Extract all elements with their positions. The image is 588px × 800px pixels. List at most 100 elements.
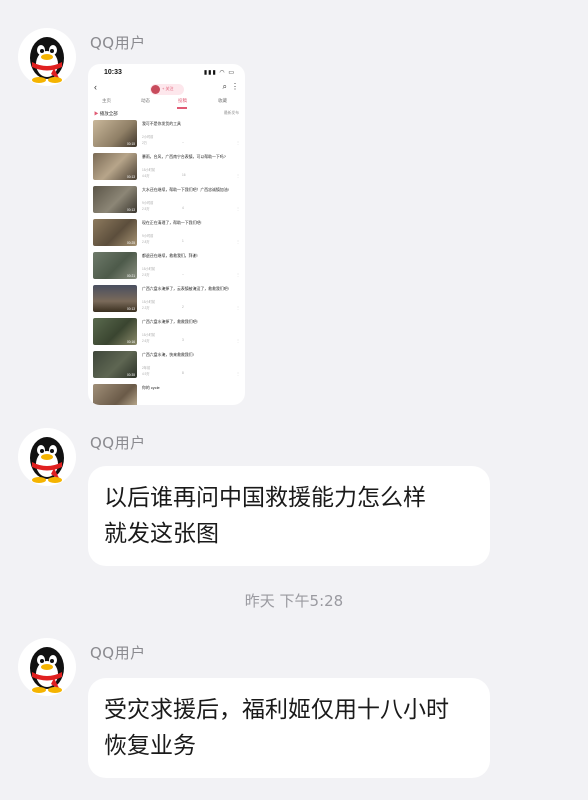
- sender-name: QQ用户: [90, 434, 146, 452]
- sender-avatar[interactable]: [18, 28, 76, 86]
- video-thumbnail: 00:16: [93, 318, 137, 345]
- tab-home: 主页: [102, 98, 111, 103]
- video-thumbnail: 00:35: [93, 351, 137, 378]
- profile-tabs: 主页 动态 投稿 收藏: [88, 98, 245, 110]
- profile-header: ‹ + 关注 ⌕ ⋮: [88, 82, 245, 98]
- more-icon: ⋮: [236, 305, 240, 310]
- sender-name: QQ用户: [90, 644, 146, 662]
- back-icon: ‹: [94, 82, 97, 92]
- video-duration: 00:15: [127, 142, 135, 146]
- qq-penguin-avatar-icon: [30, 437, 64, 483]
- video-title: 广西六盘水淹掉了，云表镇被淹没了，救救我们吧!: [142, 286, 229, 291]
- play-all: ▶ 播放全部: [94, 111, 118, 117]
- video-plays: 4.9万: [142, 372, 150, 376]
- video-title: 广西六盘水淹掉了，救救我们吧!: [142, 319, 198, 324]
- video-duration: 00:13: [127, 307, 135, 311]
- video-upload-time: 9小时前: [142, 201, 154, 205]
- video-plays: 4.6万: [142, 174, 150, 178]
- video-item: 00:25 现在正在清理了，帮助一下我们吧! 9小时前 2.8万 1 ⋮: [93, 219, 243, 250]
- more-icon: ⋮: [236, 206, 240, 211]
- video-plays: 2.6万: [142, 339, 150, 343]
- video-upload-time: 15小时前: [142, 333, 156, 337]
- message-line: 以后谁再问中国救援能力怎么样: [104, 485, 426, 511]
- user-avatar: [151, 85, 160, 94]
- more-icon: ⋮: [231, 82, 239, 91]
- video-title: 暴雨，台风，广西南宁台表镇，可以帮助一下吗?: [142, 154, 226, 159]
- video-upload-time: 15小时前: [142, 300, 156, 304]
- video-thumbnail: 00:21: [93, 252, 137, 279]
- video-thumbnail: 00:15: [93, 120, 137, 147]
- video-upload-time: 2年前: [142, 366, 151, 370]
- follow-label: + 关注: [162, 86, 174, 91]
- more-icon: ⋮: [236, 371, 240, 376]
- video-thumbnail: 00:13: [93, 186, 137, 213]
- video-title: 大水还在继续，帮助一下我们吧！广西忠诚镇加油!: [142, 187, 229, 192]
- video-danmaku: 3: [182, 338, 184, 342]
- more-icon: ⋮: [236, 173, 240, 178]
- video-duration: 00:25: [127, 241, 135, 245]
- video-duration: 00:35: [127, 373, 135, 377]
- text-message[interactable]: 以后谁再问中国救援能力怎么样 就发这张图: [88, 466, 490, 566]
- video-danmaku: 8: [182, 371, 184, 375]
- text-message[interactable]: 受灾求援后，福利姬仅用十八小时 恢复业务: [88, 678, 490, 778]
- message-line: 受灾求援后，福利姬仅用十八小时: [104, 697, 449, 723]
- video-danmaku: --: [182, 272, 185, 276]
- status-icons: ▮▮▮ ◠ ▭: [203, 70, 235, 76]
- qq-penguin-avatar-icon: [30, 647, 64, 693]
- more-icon: ⋮: [236, 239, 240, 244]
- video-title: 都退还在继续，救救我们，拜谢!: [142, 253, 198, 258]
- video-upload-time: 2小时前: [142, 135, 154, 139]
- video-item: 你的 cycle: [93, 384, 243, 405]
- video-item: 00:16 广西六盘水淹掉了，救救我们吧! 15小时前 2.6万 3 ⋮: [93, 318, 243, 349]
- video-item: 00:13 暴雨，台风，广西南宁台表镇，可以帮助一下吗? 15小时前 4.6万 …: [93, 153, 243, 184]
- sender-avatar[interactable]: [18, 428, 76, 486]
- video-title: 广西六盘水淹，快来救救我们!: [142, 352, 194, 357]
- video-plays: 2.8万: [142, 240, 150, 244]
- video-upload-time: 15小时前: [142, 267, 156, 271]
- search-icon: ⌕: [222, 82, 227, 91]
- qq-penguin-avatar-icon: [30, 37, 64, 83]
- video-danmaku: --: [182, 140, 185, 144]
- more-icon: ⋮: [236, 272, 240, 277]
- video-duration: 00:13: [127, 208, 135, 212]
- video-item: 00:15 我可不是你发货的工具 2小时前 2万 -- ⋮: [93, 120, 243, 151]
- video-plays: 2.3万: [142, 306, 150, 310]
- sender-avatar[interactable]: [18, 638, 76, 696]
- video-thumbnail: [93, 384, 137, 405]
- video-upload-time: 9小时前: [142, 234, 154, 238]
- video-plays: 2.5万: [142, 273, 150, 277]
- video-upload-time: 15小时前: [142, 168, 156, 172]
- video-danmaku: 16: [182, 173, 186, 177]
- video-thumbnail: 00:13: [93, 285, 137, 312]
- video-danmaku: 1: [182, 239, 184, 243]
- image-message[interactable]: 10:33 ▮▮▮ ◠ ▭ ‹ + 关注 ⌕ ⋮ 主页 动态 投稿 收藏 ▶ 播…: [88, 64, 245, 405]
- video-danmaku: 4: [182, 206, 184, 210]
- video-danmaku: 2: [182, 305, 184, 309]
- status-time: 10:33: [104, 69, 122, 76]
- tab-videos: 投稿: [178, 98, 187, 103]
- video-thumbnail: 00:13: [93, 153, 137, 180]
- sender-name: QQ用户: [90, 34, 146, 52]
- video-plays: 2.5万: [142, 207, 150, 211]
- video-item: 00:13 大水还在继续，帮助一下我们吧！广西忠诚镇加油! 9小时前 2.5万 …: [93, 186, 243, 217]
- more-icon: ⋮: [236, 338, 240, 343]
- timestamp: 昨天 下午5:28: [244, 592, 344, 610]
- video-title: 现在正在清理了，帮助一下我们吧!: [142, 220, 202, 225]
- follow-pill: + 关注: [150, 84, 184, 95]
- sort-label: 最新发布: [223, 111, 239, 115]
- play-icon: ▶: [94, 111, 99, 116]
- play-all-label: 播放全部: [99, 111, 118, 116]
- video-duration: 00:13: [127, 175, 135, 179]
- video-item: 00:13 广西六盘水淹掉了，云表镇被淹没了，救救我们吧! 15小时前 2.3万…: [93, 285, 243, 316]
- video-item: 00:35 广西六盘水淹，快来救救我们! 2年前 4.9万 8 ⋮: [93, 351, 243, 382]
- video-title: 你的 cycle: [142, 385, 160, 390]
- video-plays: 2万: [142, 141, 147, 145]
- video-title: 我可不是你发货的工具: [142, 121, 181, 126]
- video-duration: 00:21: [127, 274, 135, 278]
- tab-favorites: 收藏: [218, 98, 227, 103]
- video-item: 00:21 都退还在继续，救救我们，拜谢! 15小时前 2.5万 -- ⋮: [93, 252, 243, 283]
- active-tab-indicator: [177, 107, 187, 109]
- tab-dynamic: 动态: [141, 98, 150, 103]
- message-line: 恢复业务: [104, 733, 196, 759]
- video-thumbnail: 00:25: [93, 219, 137, 246]
